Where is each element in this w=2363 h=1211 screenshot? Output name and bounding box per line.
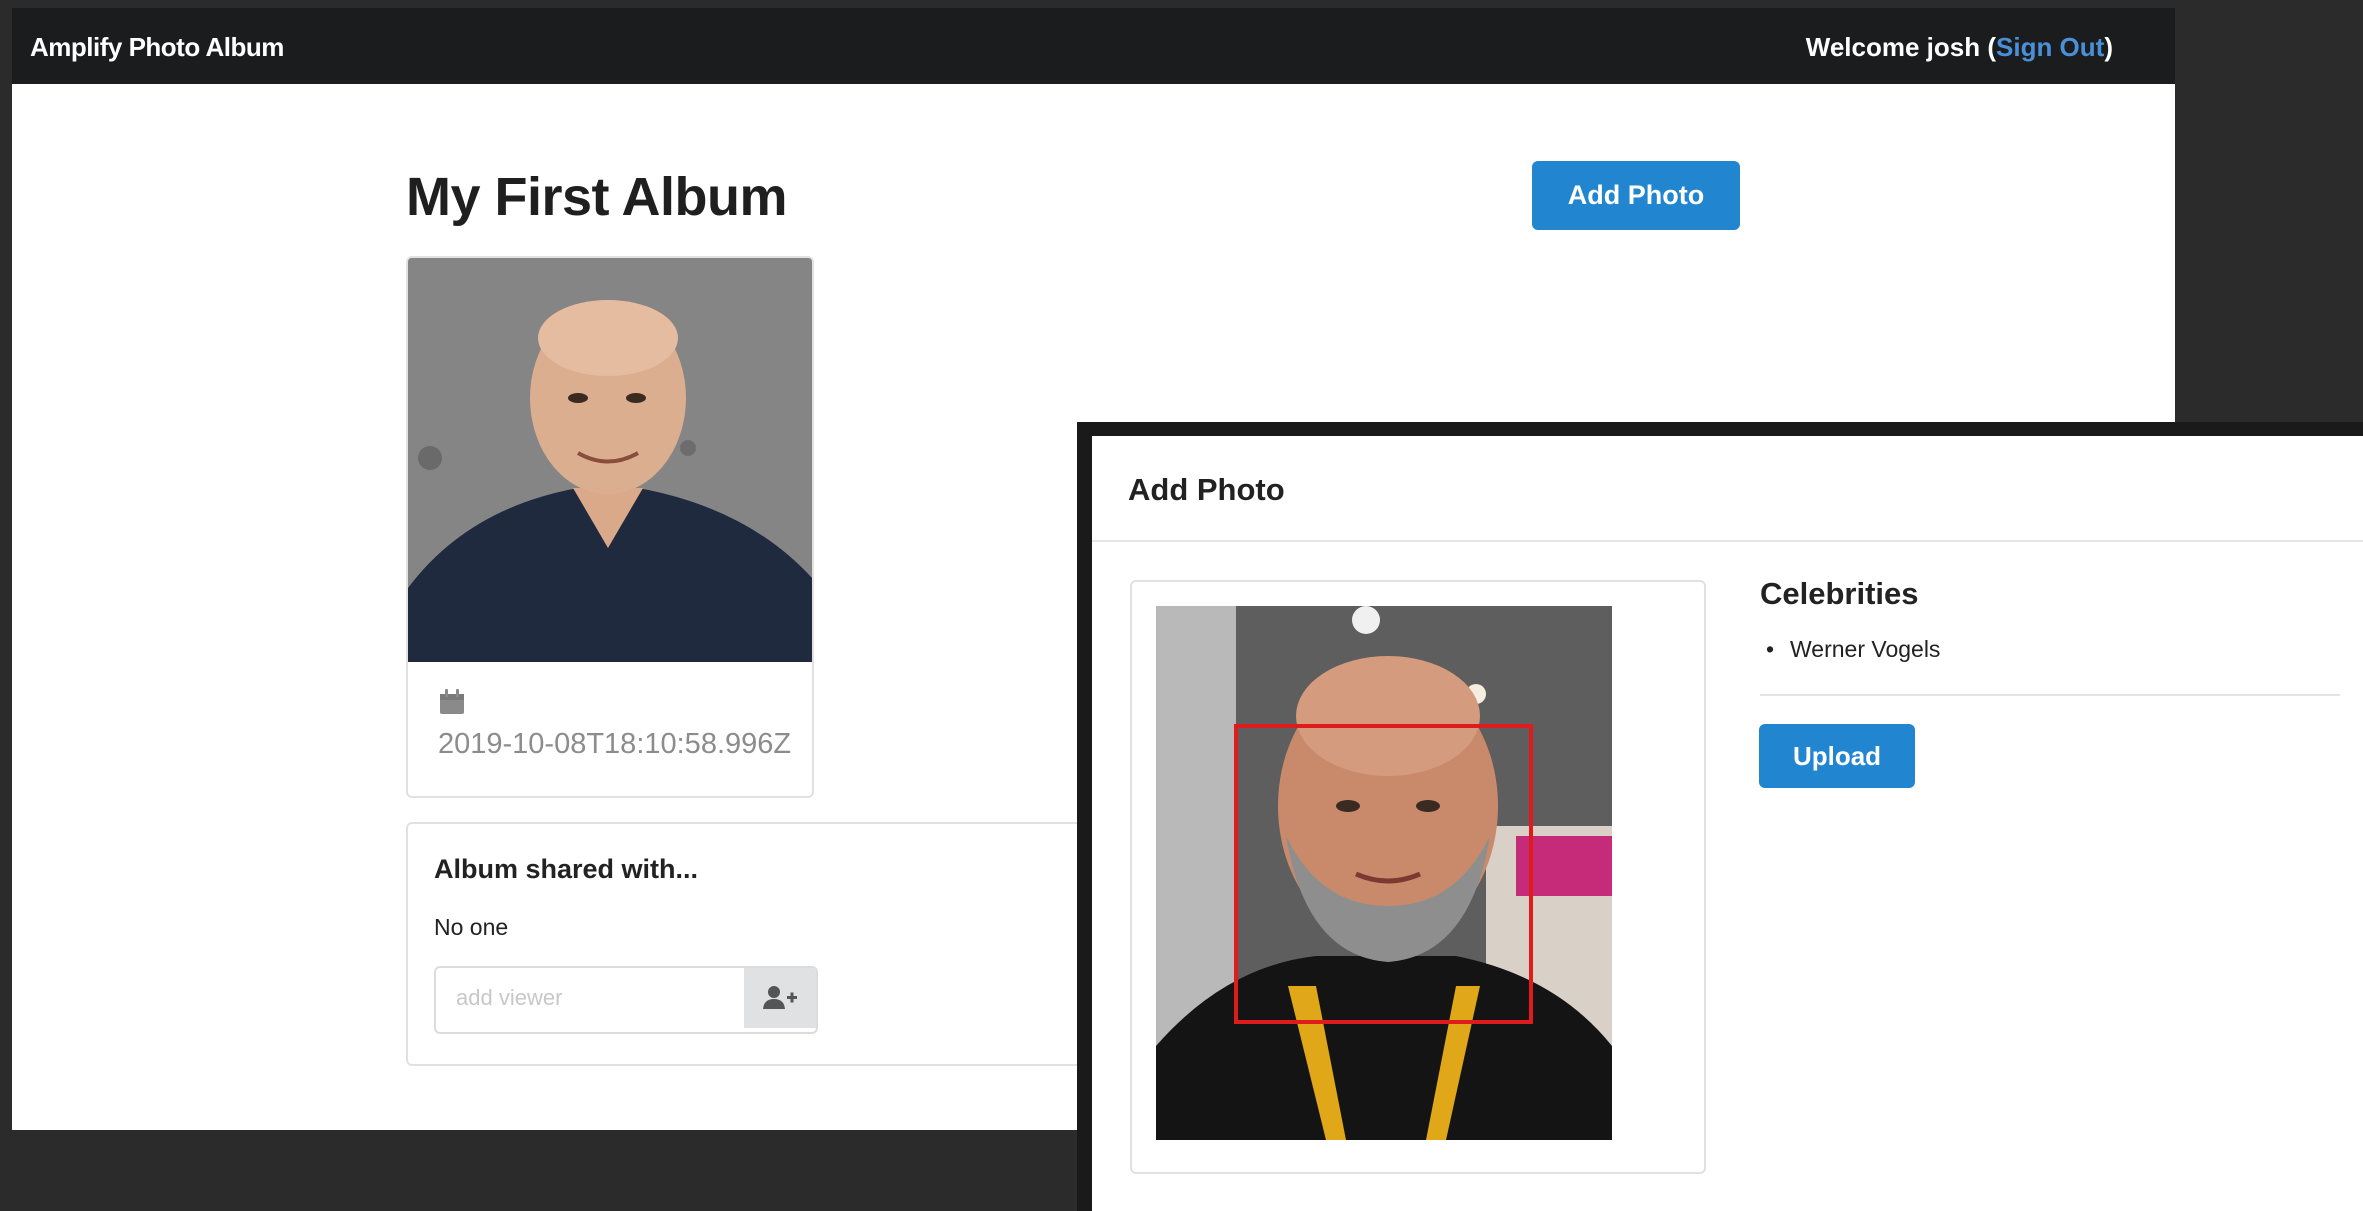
brand-title: Amplify Photo Album bbox=[30, 32, 284, 62]
celebrity-list: Werner Vogels bbox=[1760, 636, 2340, 663]
preview-photo bbox=[1156, 606, 1612, 1140]
modal-panel: Add Photo Celebrities • Werner Vogels Up… bbox=[1092, 436, 2363, 1211]
welcome-suffix: ) bbox=[2104, 32, 2113, 62]
shared-with-text: No one bbox=[434, 914, 509, 940]
welcome-message: Welcome josh (Sign Out) bbox=[1806, 32, 2113, 63]
top-nav: Amplify Photo Album Welcome josh (Sign O… bbox=[12, 8, 2175, 84]
calendar-icon bbox=[440, 689, 464, 714]
list-item: Werner Vogels bbox=[1760, 636, 2340, 663]
share-title: Album shared with... bbox=[434, 854, 699, 884]
add-viewer-input[interactable] bbox=[436, 968, 740, 1028]
share-card: Album shared with... No one bbox=[406, 822, 1110, 1066]
preview-photo-portrait bbox=[1156, 606, 1612, 1140]
modal-header: Add Photo bbox=[1092, 436, 2363, 542]
add-viewer-field bbox=[434, 966, 818, 1034]
upload-button[interactable]: Upload bbox=[1759, 724, 1915, 788]
photo-preview-card bbox=[1130, 580, 1706, 1174]
photo-card[interactable]: 2019-10-08T18:10:58.996Z bbox=[406, 256, 814, 798]
welcome-prefix: Welcome josh ( bbox=[1805, 32, 1996, 62]
modal-title: Add Photo bbox=[1128, 472, 1285, 507]
add-photo-button[interactable]: Add Photo bbox=[1532, 161, 1740, 230]
photo-meta: 2019-10-08T18:10:58.996Z bbox=[438, 688, 791, 761]
add-photo-modal: Add Photo Celebrities • Werner Vogels Up… bbox=[1077, 422, 2363, 1211]
album-title: My First Album bbox=[406, 167, 788, 227]
album-photo-portrait bbox=[408, 258, 812, 662]
add-user-icon bbox=[763, 986, 797, 1009]
add-viewer-button[interactable] bbox=[744, 968, 816, 1028]
divider bbox=[1760, 694, 2340, 696]
sign-out-link[interactable]: Sign Out bbox=[1996, 32, 2104, 62]
celebrities-title: Celebrities bbox=[1760, 576, 1919, 611]
album-photo[interactable] bbox=[408, 258, 812, 662]
photo-timestamp: 2019-10-08T18:10:58.996Z bbox=[438, 728, 792, 760]
